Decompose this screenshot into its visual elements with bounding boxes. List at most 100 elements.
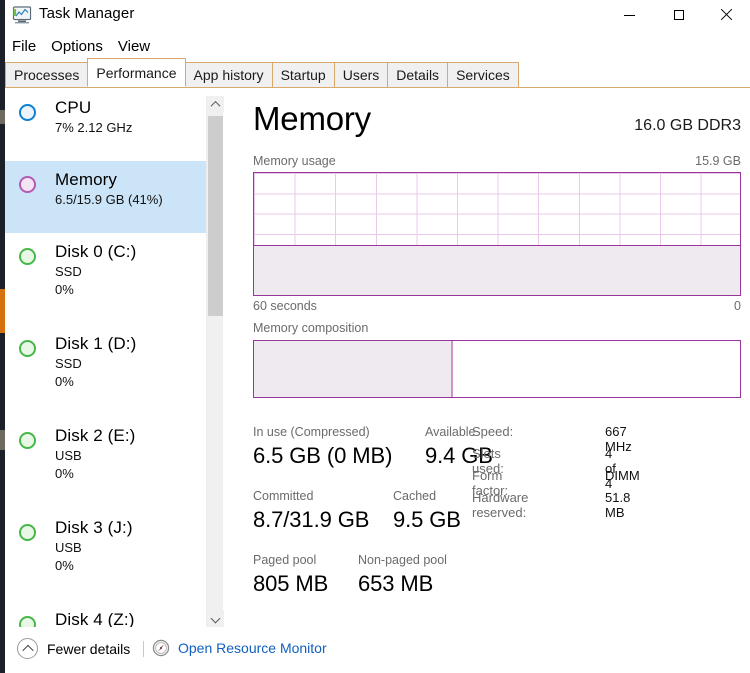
fewer-details-button[interactable]: Fewer details [17, 638, 130, 659]
disk-status-dot [19, 432, 36, 449]
chevron-down-icon [210, 613, 221, 624]
disk-status-dot [19, 248, 36, 265]
scroll-down-button[interactable] [207, 610, 224, 627]
tab-list: Processes Performance App history Startu… [5, 58, 519, 87]
tab-services[interactable]: Services [447, 62, 519, 87]
graph-axis-label-left: 60 seconds [253, 299, 317, 313]
stat-label: Paged pool [253, 553, 317, 567]
sidebar-item-sub2: 0% [55, 466, 74, 481]
tab-startup[interactable]: Startup [271, 62, 335, 87]
memory-hardware-spec: 16.0 GB DDR3 [634, 117, 741, 134]
memory-status-dot [19, 176, 36, 193]
tab-users[interactable]: Users [333, 62, 389, 87]
stat-value: 8.7/31.9 GB [253, 507, 370, 532]
page-title: Memory [253, 100, 371, 137]
disk-status-dot [19, 340, 36, 357]
chevron-up-icon [210, 100, 221, 111]
tab-strip: Processes Performance App history Startu… [5, 58, 750, 88]
sidebar-item-disk-0[interactable]: Disk 0 (C:) SSD 0% [5, 233, 208, 325]
composition-caption: Memory composition [253, 321, 369, 335]
sidebar-item-sub1: 7% 2.12 GHz [55, 120, 133, 135]
scroll-up-button[interactable] [207, 96, 224, 113]
menu-item-options[interactable]: Options [44, 37, 110, 56]
stat-label: In use (Compressed) [253, 425, 370, 439]
sidebar-item-label: Disk 4 (Z:) [55, 610, 135, 627]
stat-value: 6.5 GB (0 MB) [253, 443, 393, 468]
tab-performance[interactable]: Performance [87, 58, 186, 87]
sidebar-item-label: CPU [55, 98, 92, 117]
stats-row: Paged pool 805 MB Non-paged pool 653 MB [253, 552, 750, 616]
sidebar-item-label: Disk 0 (C:) [55, 242, 137, 261]
fewer-details-label: Fewer details [47, 640, 131, 657]
stat-value: 9.5 GB [393, 507, 461, 532]
maximize-button[interactable] [656, 0, 701, 30]
cpu-status-dot [19, 104, 36, 121]
memory-usage-graph[interactable] [253, 172, 741, 296]
sidebar-scrollbar[interactable] [206, 96, 224, 627]
stat-in-use: In use (Compressed) 6.5 GB (0 MB) [253, 424, 392, 471]
stat-label: Cached [393, 489, 437, 503]
stat-value: 653 MB [358, 571, 434, 596]
task-manager-window: Task Manager File Options View Processes… [0, 0, 750, 673]
stat-committed: Committed 8.7/31.9 GB [253, 488, 369, 535]
resource-monitor-label: Open Resource Monitor [178, 640, 327, 656]
sidebar-item-sub1: SSD [55, 356, 82, 371]
sidebar-item-sub1: SSD [55, 264, 82, 279]
window-title: Task Manager [39, 5, 135, 22]
graph-caption-left: Memory usage [253, 154, 336, 168]
composition-in-use-segment [254, 341, 454, 397]
sidebar-item-disk-4[interactable]: Disk 4 (Z:) USB 0% [5, 601, 208, 627]
bottom-bar: Fewer details Open Resource Monitor [5, 627, 750, 673]
chevron-up-circle-icon [17, 638, 38, 659]
graph-axis-label-right: 0 [734, 299, 741, 313]
sidebar-item-sub1: USB [55, 540, 82, 555]
sidebar-item-cpu[interactable]: CPU 7% 2.12 GHz [5, 89, 208, 161]
sidebar-item-disk-1[interactable]: Disk 1 (D:) SSD 0% [5, 325, 208, 417]
sidebar-item-label: Disk 3 (J:) [55, 518, 133, 537]
close-button[interactable] [703, 0, 748, 30]
resource-monitor-icon [152, 639, 170, 657]
spec-label: Hardware reserved: [472, 490, 529, 520]
memory-composition-bar[interactable] [253, 340, 741, 398]
stat-non-paged-pool: Non-paged pool 653 MB [358, 552, 447, 599]
open-resource-monitor-link[interactable]: Open Resource Monitor [152, 639, 327, 657]
menu-item-file[interactable]: File [5, 37, 43, 56]
sidebar-item-disk-2[interactable]: Disk 2 (E:) USB 0% [5, 417, 208, 509]
graph-usage-area [254, 244, 740, 295]
spec-value: 51.8 MB [605, 490, 631, 520]
minimize-button[interactable] [607, 0, 652, 30]
spec-value: DIMM [605, 468, 640, 483]
minimize-icon [624, 14, 635, 16]
menu-item-view[interactable]: View [111, 37, 157, 56]
performance-detail-pane: Memory 16.0 GB DDR3 Memory usage 15.9 GB… [229, 96, 750, 627]
resource-list: CPU 7% 2.12 GHz Memory 6.5/15.9 GB (41%)… [5, 89, 208, 627]
sidebar-item-label: Disk 1 (D:) [55, 334, 137, 353]
sidebar-item-sub1: USB [55, 448, 82, 463]
menu-bar: File Options View [5, 34, 158, 58]
spec-label: Speed: [472, 424, 514, 439]
bottom-separator [143, 641, 144, 657]
tab-app-history[interactable]: App history [184, 62, 273, 87]
sidebar-item-memory[interactable]: Memory 6.5/15.9 GB (41%) [5, 161, 208, 233]
task-manager-icon [12, 6, 32, 24]
tab-processes[interactable]: Processes [5, 62, 89, 87]
graph-caption-right: 15.9 GB [695, 154, 741, 168]
stat-value: 805 MB [253, 571, 329, 596]
sidebar-item-sub2: 0% [55, 558, 74, 573]
stat-paged-pool: Paged pool 805 MB [253, 552, 328, 599]
sidebar-item-sub2: 0% [55, 374, 74, 389]
stat-cached: Cached 9.5 GB [393, 488, 461, 535]
sidebar-item-label: Disk 2 (E:) [55, 426, 136, 445]
stat-label: Committed [253, 489, 314, 503]
close-icon [720, 9, 732, 21]
sidebar-item-label: Memory [55, 170, 117, 189]
maximize-icon [673, 10, 684, 20]
chevron-up-icon [21, 644, 34, 656]
sidebar-item-disk-3[interactable]: Disk 3 (J:) USB 0% [5, 509, 208, 601]
sidebar-item-sub1: 6.5/15.9 GB (41%) [55, 192, 163, 207]
scrollbar-thumb[interactable] [208, 116, 223, 316]
title-bar: Task Manager [5, 0, 750, 32]
disk-status-dot [19, 616, 36, 627]
stat-label: Non-paged pool [358, 553, 447, 567]
tab-details[interactable]: Details [387, 62, 449, 87]
